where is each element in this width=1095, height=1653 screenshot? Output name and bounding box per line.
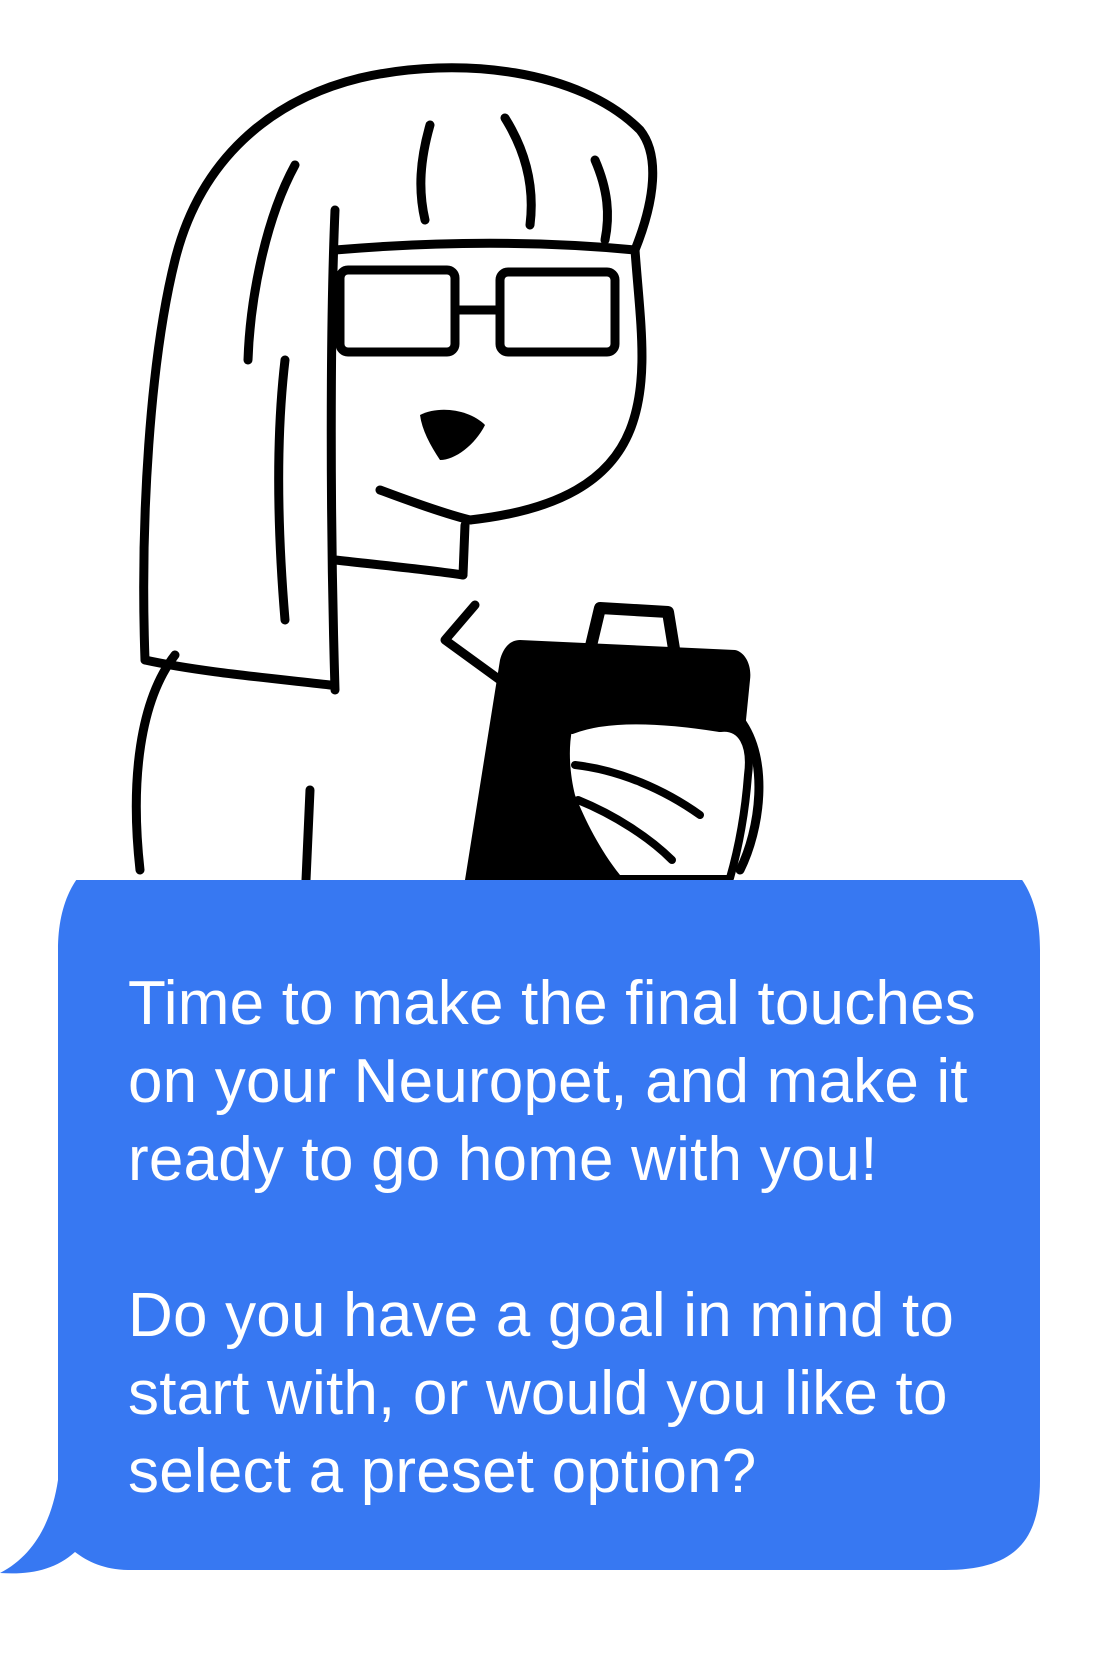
mouth bbox=[420, 409, 485, 460]
hair-strand bbox=[326, 205, 340, 695]
chat-message-paragraph: Do you have a goal in mind to start with… bbox=[128, 1281, 955, 1506]
hair-strand bbox=[590, 155, 613, 245]
neck-line bbox=[458, 520, 470, 580]
scientist-with-clipboard-illustration bbox=[131, 63, 764, 885]
glasses-left-lens bbox=[335, 265, 460, 357]
glasses-right-lens bbox=[495, 267, 620, 357]
bangs-line bbox=[330, 238, 640, 255]
body-outline bbox=[131, 650, 180, 875]
hair-strand bbox=[243, 160, 300, 365]
jaw-line bbox=[375, 485, 475, 525]
hair-strand bbox=[500, 113, 536, 230]
neck-line bbox=[330, 555, 468, 580]
chat-message-paragraph: Time to make the final touches on your N… bbox=[128, 969, 976, 1194]
arm-line bbox=[301, 785, 315, 885]
hair-strand bbox=[416, 120, 435, 225]
collar-line bbox=[440, 600, 505, 685]
chat-message: Time to make the final touches on your N… bbox=[128, 965, 1028, 1511]
hair-strand bbox=[274, 355, 290, 625]
